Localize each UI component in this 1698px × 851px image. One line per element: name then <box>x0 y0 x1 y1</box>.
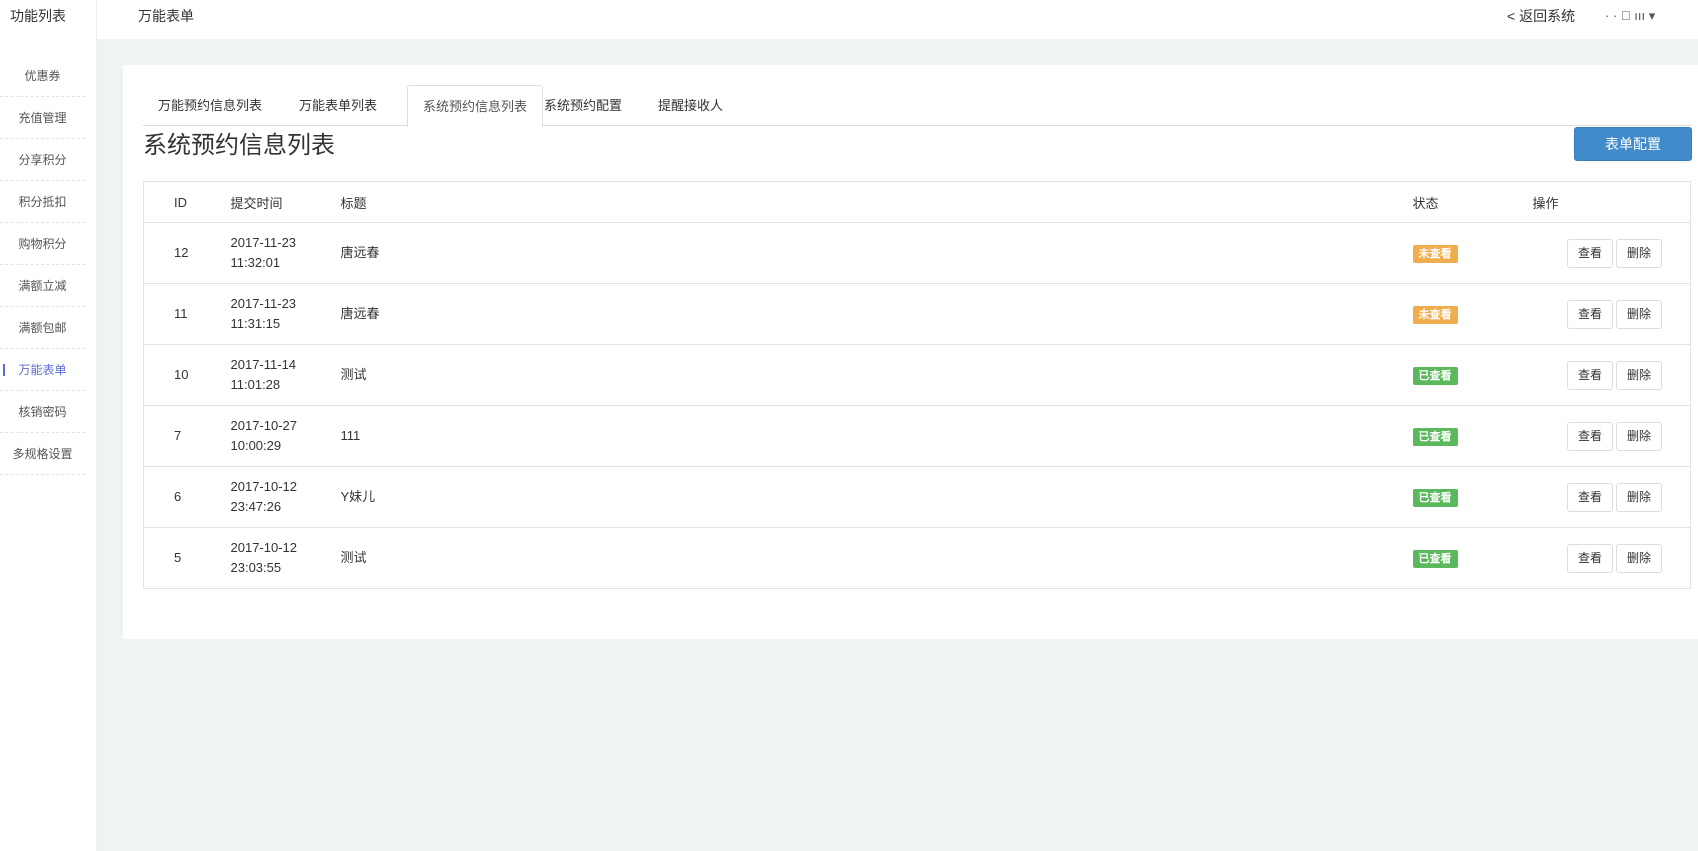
tab[interactable]: 万能预约信息列表 <box>143 85 277 126</box>
table-row: 6 2017-10-12 23:47:26 Y妹儿 已查看 查看 删除 <box>143 466 1691 528</box>
row-clock: 11:32:01 <box>230 255 281 270</box>
row-status: 已查看 <box>1412 466 1533 528</box>
view-button[interactable]: 查看 <box>1567 238 1613 268</box>
row-actions: 查看 删除 <box>1532 283 1691 345</box>
status-badge: 已查看 <box>1412 550 1458 568</box>
sidebar-item[interactable]: 满额立减 <box>0 265 85 307</box>
row-title: 测试 <box>340 527 1413 589</box>
row-title: 111 <box>340 405 1413 467</box>
row-actions: 查看 删除 <box>1532 222 1691 284</box>
row-status: 已查看 <box>1412 344 1533 406</box>
view-button[interactable]: 查看 <box>1567 543 1613 573</box>
row-actions: 查看 删除 <box>1532 466 1691 528</box>
sidebar-item[interactable]: 优惠券 <box>0 55 85 97</box>
table-row: 5 2017-10-12 23:03:55 测试 已查看 查看 删除 <box>143 527 1691 589</box>
delete-button[interactable]: 删除 <box>1616 543 1662 573</box>
row-status: 未查看 <box>1412 222 1533 284</box>
table-row: 12 2017-11-23 11:32:01 唐远春 未查看 查看 删除 <box>143 222 1691 284</box>
row-id: 6 <box>143 466 231 528</box>
status-badge: 未查看 <box>1412 306 1458 324</box>
row-time: 2017-11-23 11:32:01 <box>230 222 341 284</box>
sidebar-item[interactable]: 满额包邮 <box>0 307 85 349</box>
form-config-button[interactable]: 表单配置 <box>1574 127 1692 161</box>
sidebar-item[interactable]: 充值管理 <box>0 97 85 139</box>
row-date: 2017-10-12 <box>230 479 298 494</box>
row-date: 2017-11-14 <box>230 357 297 372</box>
delete-button[interactable]: 删除 <box>1616 238 1662 268</box>
row-clock: 11:01:28 <box>230 377 281 392</box>
row-status: 未查看 <box>1412 283 1533 345</box>
table-row: 11 2017-11-23 11:31:15 唐远春 未查看 查看 删除 <box>143 283 1691 345</box>
page-name: 万能表单 <box>138 8 194 24</box>
content-panel: 万能预约信息列表 万能表单列表 系统预约信息列表 系统预约配置 提醒接收人 系统预约信息… <box>123 65 1698 639</box>
view-button[interactable]: 查看 <box>1567 482 1613 512</box>
row-clock: 11:31:15 <box>230 316 281 331</box>
row-time: 2017-11-23 11:31:15 <box>230 283 341 345</box>
delete-button[interactable]: 删除 <box>1616 299 1662 329</box>
row-id: 12 <box>143 222 231 284</box>
row-id: 5 <box>143 527 231 589</box>
tab[interactable]: 系统预约配置 <box>529 85 637 126</box>
user-menu[interactable]: · · ﾞ ııı ▾ <box>1605 0 1655 32</box>
tab[interactable]: 系统预约信息列表 <box>407 85 544 127</box>
header-actions: 操作 <box>1532 181 1691 223</box>
row-clock: 23:03:55 <box>230 560 282 575</box>
status-badge: 已查看 <box>1412 428 1458 446</box>
row-title: Y妹儿 <box>340 466 1413 528</box>
table-row: 10 2017-11-14 11:01:28 测试 已查看 查看 删除 <box>143 344 1691 406</box>
sidebar-item[interactable]: 万能表单 <box>0 349 85 391</box>
header-status: 状态 <box>1412 181 1533 223</box>
header-title: 标题 <box>340 181 1413 223</box>
view-button[interactable]: 查看 <box>1567 299 1613 329</box>
status-badge: 已查看 <box>1412 367 1458 385</box>
tab-bar: 万能预约信息列表 万能表单列表 系统预约信息列表 系统预约配置 提醒接收人 <box>143 85 1691 127</box>
view-button[interactable]: 查看 <box>1567 360 1613 390</box>
sidebar-item[interactable]: 分享积分 <box>0 139 85 181</box>
page-title: 系统预约信息列表 <box>143 132 335 159</box>
sidebar-item[interactable]: 购物积分 <box>0 223 85 265</box>
row-actions: 查看 删除 <box>1532 527 1691 589</box>
row-time: 2017-10-12 23:47:26 <box>230 466 341 528</box>
status-badge: 未查看 <box>1412 245 1458 263</box>
row-id: 10 <box>143 344 231 406</box>
row-date: 2017-11-23 <box>230 296 297 311</box>
row-actions: 查看 删除 <box>1532 405 1691 467</box>
top-bar: 功能列表 万能表单 < 返回系统 · · ﾞ ııı ▾ <box>0 0 1698 39</box>
row-id: 11 <box>143 283 231 345</box>
sidebar-title: 功能列表 <box>0 0 97 39</box>
sidebar: 优惠券 充值管理 分享积分 积分抵扣 购物积分 满额立减 满额包邮 万能表单 核销密码 多规格设置 <box>0 39 97 851</box>
row-actions: 查看 删除 <box>1532 344 1691 406</box>
row-date: 2017-10-27 <box>230 418 298 433</box>
row-time: 2017-10-27 10:00:29 <box>230 405 341 467</box>
back-to-system-link[interactable]: < 返回系统 <box>1507 0 1575 32</box>
row-id: 7 <box>143 405 231 467</box>
sidebar-item[interactable]: 积分抵扣 <box>0 181 85 223</box>
status-badge: 已查看 <box>1412 489 1458 507</box>
sidebar-item[interactable]: 多规格设置 <box>0 433 85 475</box>
row-title: 测试 <box>340 344 1413 406</box>
row-title: 唐远春 <box>340 222 1413 284</box>
row-status: 已查看 <box>1412 405 1533 467</box>
tab[interactable]: 提醒接收人 <box>643 85 738 126</box>
delete-button[interactable]: 删除 <box>1616 360 1662 390</box>
row-clock: 10:00:29 <box>230 438 282 453</box>
sidebar-item[interactable]: 核销密码 <box>0 391 85 433</box>
delete-button[interactable]: 删除 <box>1616 482 1662 512</box>
header-id: ID <box>143 181 231 223</box>
header-time: 提交时间 <box>230 181 341 223</box>
row-title: 唐远春 <box>340 283 1413 345</box>
table-header-row: ID 提交时间 标题 状态 操作 <box>143 181 1691 223</box>
row-time: 2017-11-14 11:01:28 <box>230 344 341 406</box>
reservation-table: ID 提交时间 标题 状态 操作 12 2017-11-23 11:32:01 唐… <box>143 181 1691 589</box>
row-date: 2017-10-12 <box>230 540 298 555</box>
tab[interactable]: 万能表单列表 <box>284 85 392 126</box>
row-status: 已查看 <box>1412 527 1533 589</box>
table-row: 7 2017-10-27 10:00:29 111 已查看 查看 删除 <box>143 405 1691 467</box>
row-clock: 23:47:26 <box>230 499 282 514</box>
row-date: 2017-11-23 <box>230 235 297 250</box>
delete-button[interactable]: 删除 <box>1616 421 1662 451</box>
view-button[interactable]: 查看 <box>1567 421 1613 451</box>
row-time: 2017-10-12 23:03:55 <box>230 527 341 589</box>
